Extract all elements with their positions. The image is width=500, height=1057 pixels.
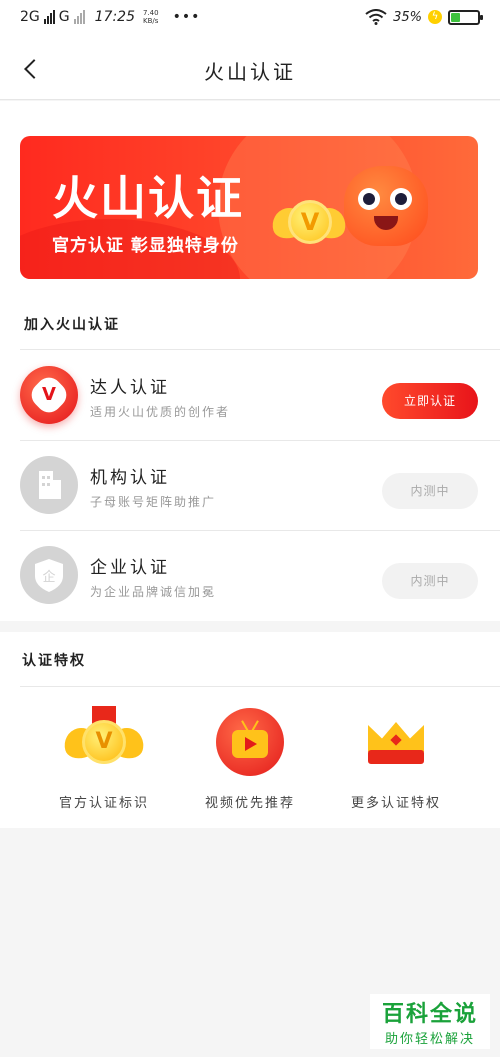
watermark-logo: 百科全说 助你轻松解决 (370, 994, 490, 1049)
watermark-subtitle: 助你轻松解决 (384, 1032, 475, 1047)
privilege-label: 视频优先推荐 (204, 796, 295, 811)
cert-name: 达人认证 (90, 378, 170, 398)
mascot-mouth (374, 216, 398, 230)
privilege-official-badge[interactable]: V 官方认证标识 (34, 706, 174, 811)
watermark-title: 百科全说 (381, 1002, 478, 1027)
cert-name: 企业认证 (90, 558, 170, 578)
privilege-label: 更多认证特权 (350, 796, 441, 811)
network-type: 2G (20, 9, 40, 25)
battery-percent: 35% (393, 9, 422, 25)
crown-base (368, 750, 424, 764)
building-icon (20, 456, 78, 514)
bolt-icon: ϟ (428, 10, 442, 24)
mascot-illustration (334, 156, 434, 261)
more-icon: ••• (172, 9, 201, 25)
network-type-2: G (58, 9, 70, 25)
v-icon: V (288, 200, 332, 244)
verified-badge-icon: V (20, 366, 78, 424)
status-bar: 2G G 17:25 7.40 KB/s ••• 35% ϟ (0, 0, 500, 38)
battery-fill (451, 12, 461, 22)
mascot-eye-right (390, 188, 412, 210)
v-icon: V (82, 720, 126, 764)
nav-bar: 火山认证 (0, 38, 500, 100)
signal-icon-2 (73, 10, 85, 24)
privilege-video-priority[interactable]: 视频优先推荐 (180, 706, 320, 811)
in-beta-button[interactable]: 内测中 (382, 473, 478, 509)
page-title: 火山认证 (204, 60, 296, 84)
status-right: 35% ϟ (365, 9, 483, 25)
medal-illustration: V (268, 194, 350, 256)
promo-banner[interactable]: 火山认证 官方认证 彰显独特身份 V (20, 136, 478, 279)
main-panel: 火山认证 官方认证 彰显独特身份 V 加入火山认证 V 达人认证 适用火山优质的… (0, 101, 500, 621)
wifi-icon (365, 9, 387, 25)
mascot-eye-left (358, 188, 380, 210)
crown-icon (360, 706, 432, 778)
cert-row-organization[interactable]: 机构认证 子母账号矩阵助推广 内测中 (0, 441, 500, 531)
building-glyph (39, 471, 61, 499)
in-beta-button[interactable]: 内测中 (382, 563, 478, 599)
status-left: 2G G 17:25 7.40 KB/s ••• (20, 9, 200, 25)
privileges-title: 认证特权 (22, 653, 86, 669)
cert-desc: 子母账号矩阵助推广 (90, 495, 217, 509)
enterprise-shield-icon: 企 (20, 546, 78, 604)
network-speed: 7.40 KB/s (143, 9, 159, 25)
v-icon: V (42, 384, 56, 405)
status-time: 17:25 (94, 9, 135, 25)
section-divider (20, 686, 500, 687)
cert-desc: 适用火山优质的创作者 (90, 405, 231, 419)
apply-now-button[interactable]: 立即认证 (382, 383, 478, 419)
video-icon (214, 706, 286, 778)
medal-icon: V (60, 706, 148, 778)
cert-row-enterprise[interactable]: 企 企业认证 为企业品牌诚信加冕 内测中 (0, 531, 500, 621)
battery-icon (448, 9, 483, 25)
privilege-label: 官方认证标识 (58, 796, 149, 811)
speed-value: 7.40 (142, 9, 159, 17)
play-icon (245, 737, 257, 751)
mascot-head (344, 166, 428, 246)
cert-row-talent[interactable]: V 达人认证 适用火山优质的创作者 立即认证 (0, 351, 500, 441)
section-divider (20, 349, 500, 350)
signal-icon (43, 10, 55, 24)
svg-text:企: 企 (42, 569, 55, 585)
cert-desc: 为企业品牌诚信加冕 (90, 585, 217, 599)
banner-title: 火山认证 (52, 171, 244, 225)
speed-unit: KB/s (142, 17, 159, 25)
privilege-more[interactable]: 更多认证特权 (326, 706, 466, 811)
shield-glyph: 企 (35, 559, 63, 592)
banner-subtitle: 官方认证 彰显独特身份 (52, 236, 239, 256)
join-section-title: 加入火山认证 (24, 317, 120, 333)
cert-name: 机构认证 (90, 468, 170, 488)
privileges-panel: 认证特权 V 官方认证标识 视频优先推荐 更多认证特权 (0, 632, 500, 828)
